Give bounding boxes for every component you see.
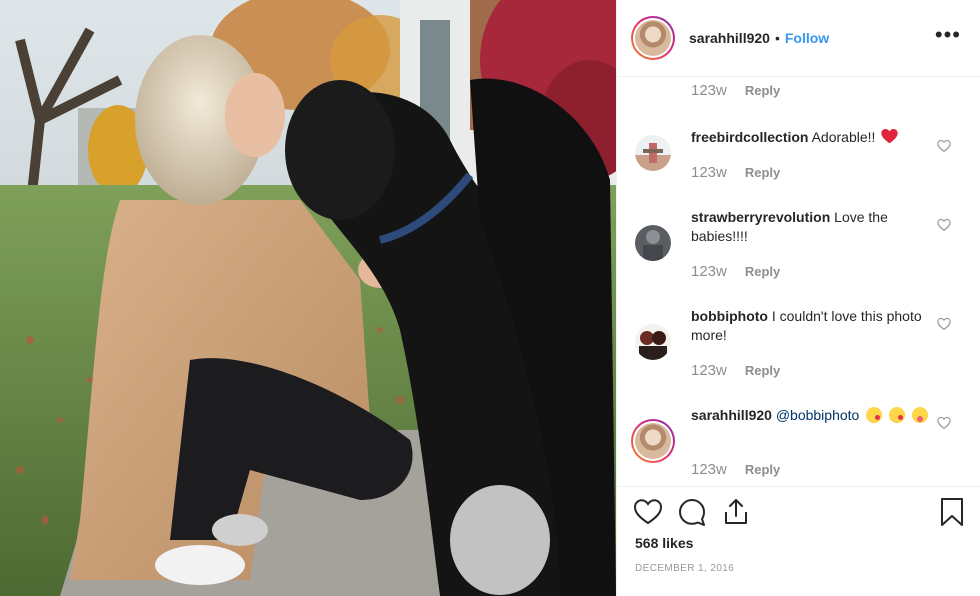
red-heart-emoji: [881, 129, 898, 144]
comment-body: sarahhill920 @bobbiphoto: [691, 406, 931, 425]
likes-count[interactable]: 568 likes: [635, 535, 693, 551]
mention-link[interactable]: @bobbiphoto: [776, 407, 860, 423]
like-comment-heart-icon[interactable]: [937, 317, 951, 331]
post-actions: 568 likes DECEMBER 1, 2016: [617, 486, 980, 596]
like-comment-heart-icon[interactable]: [937, 139, 951, 153]
share-icon[interactable]: [721, 497, 751, 527]
reply-button[interactable]: Reply: [745, 462, 780, 477]
comment-body: strawberryrevolution Love the babies!!!!: [691, 208, 931, 246]
more-options-icon[interactable]: •••: [935, 24, 961, 46]
comment-icon[interactable]: [677, 497, 707, 527]
post-photo[interactable]: [0, 0, 616, 596]
separator-dot: •: [774, 30, 780, 46]
post-side-panel: sarahhill920 • Follow ••• 123w Reply fre…: [616, 0, 980, 596]
comment-time: 123w: [691, 82, 727, 99]
reply-button[interactable]: Reply: [745, 165, 780, 180]
comment-body: bobbiphoto I couldn't love this photo mo…: [691, 307, 931, 345]
comment-body: freebirdcollection Adorable!!: [691, 128, 931, 147]
reply-button[interactable]: Reply: [745, 363, 780, 378]
commenter-username[interactable]: sarahhill920: [691, 407, 772, 423]
reply-button[interactable]: Reply: [745, 264, 780, 279]
commenter-username[interactable]: freebirdcollection: [691, 129, 808, 145]
post-header: sarahhill920 • Follow •••: [617, 0, 980, 77]
author-avatar[interactable]: [631, 16, 675, 60]
like-comment-heart-icon[interactable]: [937, 416, 951, 430]
winking-tongue-face-emoji: [912, 407, 929, 423]
kissing-face-emoji: [866, 407, 883, 423]
comment-time: 123w: [691, 164, 727, 181]
comment-time: 123w: [691, 461, 727, 478]
bookmark-icon[interactable]: [939, 497, 965, 527]
post-date: DECEMBER 1, 2016: [635, 563, 735, 574]
comments-list[interactable]: 123w Reply freebirdcollection Adorable!!…: [617, 78, 980, 485]
like-comment-heart-icon[interactable]: [937, 218, 951, 232]
commenter-avatar[interactable]: [635, 135, 671, 171]
commenter-avatar[interactable]: [635, 225, 671, 261]
comment-time: 123w: [691, 362, 727, 379]
commenter-avatar[interactable]: [635, 324, 671, 360]
photo-illustration: [0, 0, 616, 596]
author-username[interactable]: sarahhill920: [689, 30, 770, 46]
commenter-avatar[interactable]: [631, 419, 675, 463]
commenter-username[interactable]: strawberryrevolution: [691, 209, 830, 225]
reply-button[interactable]: Reply: [745, 83, 780, 98]
comment-text: Adorable!!: [811, 129, 876, 145]
heart-icon[interactable]: [633, 497, 663, 527]
follow-button[interactable]: Follow: [785, 30, 829, 46]
comment-time: 123w: [691, 263, 727, 280]
commenter-username[interactable]: bobbiphoto: [691, 308, 768, 324]
kissing-face-emoji: [889, 407, 906, 423]
